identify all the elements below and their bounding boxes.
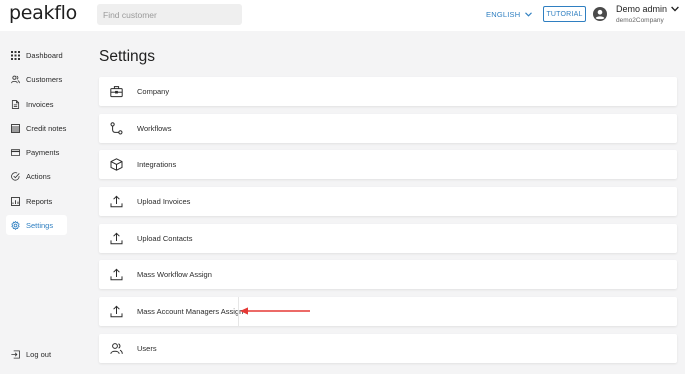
- settings-row-label: Company: [137, 87, 170, 96]
- sidebar-item-settings[interactable]: Settings: [6, 215, 67, 235]
- sidebar-item-actions[interactable]: Actions: [6, 166, 67, 186]
- workflow-icon: [110, 122, 123, 135]
- settings-row-mass-workflow-assign[interactable]: Mass Workflow Assign: [99, 260, 677, 289]
- settings-row-label: Users: [137, 344, 157, 353]
- sidebar-item-label: Settings: [26, 220, 54, 230]
- settings-row-label: Workflows: [137, 124, 172, 133]
- grid-icon: [11, 50, 20, 60]
- logout-button[interactable]: Log out: [6, 344, 67, 364]
- sidebar-item-label: Payments: [26, 147, 60, 157]
- peakflo-logo[interactable]: peakflo: [9, 2, 77, 24]
- sidebar-item-reports[interactable]: Reports: [6, 191, 67, 211]
- page-title: Settings: [99, 48, 156, 65]
- sidebar-item-invoices[interactable]: Invoices: [6, 94, 67, 114]
- users-icon: [110, 343, 123, 354]
- tutorial-button[interactable]: TUTORIAL: [543, 6, 586, 22]
- sidebar-item-payments[interactable]: Payments: [6, 142, 67, 162]
- document-icon: [11, 99, 20, 109]
- settings-row-label: Upload Contacts: [137, 234, 193, 243]
- account-circle-icon[interactable]: [593, 7, 607, 21]
- chart-icon: [11, 196, 20, 206]
- settings-row-company[interactable]: Company: [99, 77, 677, 106]
- sidebar-item-label: Actions: [26, 171, 51, 181]
- settings-row-upload-contacts[interactable]: Upload Contacts: [99, 224, 677, 253]
- user-name: Demo admin: [616, 4, 668, 14]
- settings-row-mass-account-managers-assign[interactable]: Mass Account Managers Assign: [99, 297, 677, 326]
- user-company: demo2Company: [616, 17, 664, 24]
- upload-icon: [110, 268, 123, 281]
- logout-icon: [11, 349, 20, 359]
- chevron-down-icon: [525, 12, 533, 17]
- settings-row-workflows[interactable]: Workflows: [99, 114, 677, 143]
- cube-icon: [110, 158, 123, 171]
- settings-row-upload-invoices[interactable]: Upload Invoices: [99, 187, 677, 216]
- sidebar-item-label: Invoices: [26, 99, 54, 109]
- settings-row-label: Integrations: [137, 160, 177, 169]
- settings-row-users[interactable]: Users: [99, 334, 677, 363]
- credit-card-icon: [11, 148, 20, 156]
- sidebar: Dashboard Customers Invoices Credit note…: [0, 31, 80, 374]
- sidebar-item-label: Reports: [26, 196, 53, 206]
- upload-icon: [110, 195, 123, 208]
- briefcase-icon: [110, 86, 123, 98]
- settings-row-label: Upload Invoices: [137, 197, 191, 206]
- user-menu[interactable]: Demo admin: [616, 4, 679, 14]
- top-bar: peakflo ENGLISH TUTORIAL Demo admin demo…: [0, 0, 685, 31]
- sidebar-item-dashboard[interactable]: Dashboard: [6, 45, 67, 65]
- search-input[interactable]: [97, 4, 242, 25]
- settings-row-integrations[interactable]: Integrations: [99, 150, 677, 179]
- sidebar-item-label: Customers: [26, 74, 63, 84]
- sidebar-item-label: Credit notes: [26, 123, 67, 133]
- annotation-arrow-icon: [240, 307, 310, 315]
- language-selector[interactable]: ENGLISH: [486, 10, 533, 19]
- check-circle-icon: [11, 171, 20, 181]
- sidebar-item-customers[interactable]: Customers: [6, 69, 67, 89]
- list-icon: [11, 123, 20, 133]
- language-label: ENGLISH: [486, 10, 521, 19]
- upload-icon: [110, 232, 123, 245]
- logout-label: Log out: [26, 349, 52, 359]
- settings-row-label: Mass Account Managers Assign: [137, 307, 244, 316]
- upload-icon: [110, 305, 123, 318]
- chevron-down-icon: [671, 6, 679, 12]
- settings-row-label: Mass Workflow Assign: [137, 270, 212, 279]
- sidebar-item-credit-notes[interactable]: Credit notes: [6, 118, 67, 138]
- users-icon: [11, 75, 20, 83]
- gear-icon: [11, 220, 20, 230]
- sidebar-item-label: Dashboard: [26, 50, 63, 60]
